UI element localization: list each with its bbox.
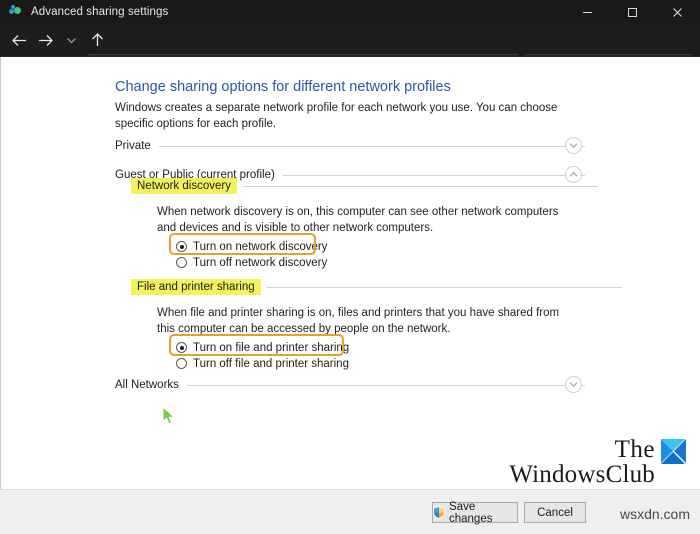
save-changes-label: Save changes: [449, 500, 493, 525]
page-description: Windows creates a separate network profi…: [115, 102, 558, 130]
profile-section-all-networks[interactable]: All Networks: [115, 377, 585, 393]
profile-section-private[interactable]: Private: [115, 138, 585, 154]
network-icon: [9, 5, 23, 19]
divider-rule: [266, 286, 622, 288]
back-arrow-icon[interactable]: [6, 27, 32, 53]
page-title: Change sharing options for different net…: [115, 79, 451, 95]
uac-shield-icon: [433, 506, 445, 519]
profile-toggle-private-chevron-down-icon[interactable]: [565, 137, 582, 154]
watermark-line-1: The: [614, 436, 655, 463]
close-icon[interactable]: [655, 0, 700, 24]
forward-arrow-icon[interactable]: [32, 27, 58, 53]
section-title-network-discovery: Network discovery: [131, 178, 237, 194]
section-header-network-discovery: Network discovery: [131, 178, 598, 194]
profile-label-all-networks: All Networks: [115, 379, 179, 391]
advanced-sharing-settings-window: Advanced sharing settings Change sharing…: [0, 0, 700, 534]
source-watermark: wsxdn.com: [619, 506, 690, 522]
radio-label: Turn off file and printer sharing: [193, 357, 349, 370]
divider-rule: [282, 174, 585, 176]
up-arrow-icon[interactable]: [84, 27, 110, 53]
cancel-label: Cancel: [537, 506, 573, 519]
watermark-text: The WindowsClub: [509, 437, 655, 487]
navigation-bar: « Network and Sharing Centre › Advanced …: [0, 24, 700, 75]
cancel-button[interactable]: Cancel: [524, 502, 586, 523]
section-description-file-and-printer-sharing: When file and printer sharing is on, fil…: [157, 307, 560, 335]
radio-button-icon[interactable]: [176, 342, 187, 353]
minimize-icon[interactable]: [565, 0, 610, 24]
save-changes-button[interactable]: Save changes: [432, 500, 518, 525]
footer-bar: Save changes Cancel wsxdn.com: [0, 489, 700, 534]
recent-locations-chevron-down-icon[interactable]: [58, 27, 84, 53]
title-bar: Advanced sharing settings: [0, 0, 700, 24]
divider-rule: [158, 145, 585, 147]
section-description-network-discovery: When network discovery is on, this compu…: [157, 206, 559, 234]
radio-turn-on-network-discovery[interactable]: Turn on network discovery: [176, 239, 327, 254]
window-title: Advanced sharing settings: [31, 6, 169, 18]
mouse-cursor: [162, 405, 176, 426]
radio-label: Turn on network discovery: [193, 240, 328, 253]
watermark-line-2: WindowsClub: [509, 461, 655, 488]
section-title-file-and-printer-sharing: File and printer sharing: [131, 279, 261, 295]
radio-turn-on-file-and-printer-sharing[interactable]: Turn on file and printer sharing: [176, 340, 349, 355]
maximize-icon[interactable]: [610, 0, 655, 24]
radio-button-icon[interactable]: [176, 358, 187, 369]
watermark-logo: The WindowsClub: [509, 437, 686, 487]
profile-label-private: Private: [115, 140, 151, 152]
radio-turn-off-file-and-printer-sharing[interactable]: Turn off file and printer sharing: [176, 356, 349, 371]
divider-rule: [186, 384, 585, 386]
radio-button-icon[interactable]: [176, 257, 187, 268]
radio-label: Turn off network discovery: [193, 256, 328, 269]
radio-turn-off-network-discovery[interactable]: Turn off network discovery: [176, 255, 327, 270]
divider-rule: [242, 185, 598, 187]
radio-button-icon[interactable]: [176, 241, 187, 252]
windowsclub-logo-icon: [661, 439, 686, 464]
content-pane: Change sharing options for different net…: [0, 56, 700, 490]
section-header-file-and-printer-sharing: File and printer sharing: [131, 279, 622, 295]
profile-toggle-all-networks-chevron-down-icon[interactable]: [565, 376, 582, 393]
radio-label: Turn on file and printer sharing: [193, 341, 350, 354]
window-controls: [565, 0, 700, 24]
